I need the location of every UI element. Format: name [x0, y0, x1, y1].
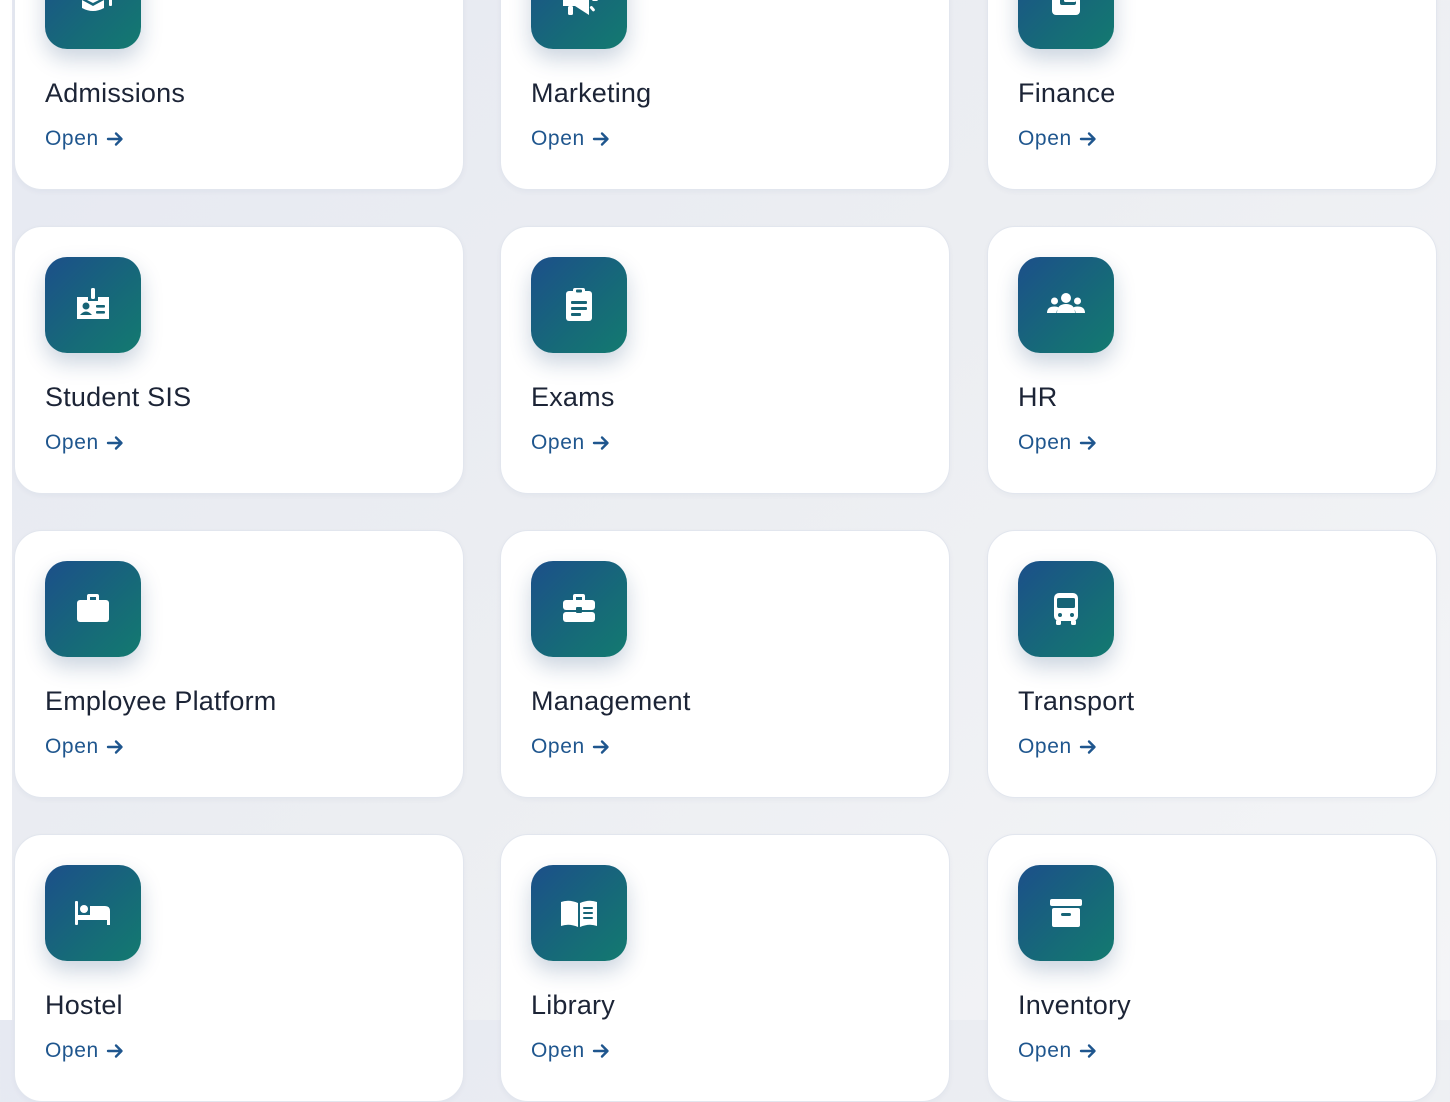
module-card-hr[interactable]: HR Open: [987, 226, 1437, 494]
open-link-label: Open: [1018, 735, 1072, 758]
bed-icon: [45, 865, 141, 961]
wallet-icon: [1018, 0, 1114, 49]
module-card-finance[interactable]: Finance Open: [987, 0, 1437, 190]
open-library-link[interactable]: Open: [531, 1039, 611, 1063]
open-exams-link[interactable]: Open: [531, 431, 611, 455]
open-link-label: Open: [1018, 431, 1072, 454]
arrow-right-icon: [592, 132, 609, 146]
open-link-label: Open: [45, 127, 99, 150]
arrow-right-icon: [1079, 436, 1096, 450]
open-link-label: Open: [45, 1039, 99, 1062]
arrow-right-icon: [106, 436, 123, 450]
open-management-link[interactable]: Open: [531, 735, 611, 759]
arrow-right-icon: [1079, 132, 1096, 146]
open-admissions-link[interactable]: Open: [45, 127, 125, 151]
module-title: Employee Platform: [45, 686, 277, 716]
open-link-label: Open: [45, 735, 99, 758]
open-student-sis-link[interactable]: Open: [45, 431, 125, 455]
arrow-right-icon: [1079, 740, 1096, 754]
open-transport-link[interactable]: Open: [1018, 735, 1098, 759]
module-title: Exams: [531, 382, 615, 412]
users-icon: [1018, 257, 1114, 353]
module-card-hostel[interactable]: Hostel Open: [14, 834, 464, 1102]
graduation-cap-icon: [45, 0, 141, 49]
left-edge-strip: [0, 0, 12, 1020]
module-card-admissions[interactable]: Admissions Open: [14, 0, 464, 190]
module-title: Hostel: [45, 990, 123, 1020]
open-link-label: Open: [531, 127, 585, 150]
open-inventory-link[interactable]: Open: [1018, 1039, 1098, 1063]
open-link-label: Open: [531, 431, 585, 454]
module-card-management[interactable]: Management Open: [500, 530, 950, 798]
open-link-label: Open: [1018, 1039, 1072, 1062]
arrow-right-icon: [106, 740, 123, 754]
arrow-right-icon: [592, 1044, 609, 1058]
module-card-employee-platform[interactable]: Employee Platform Open: [14, 530, 464, 798]
module-title: Management: [531, 686, 691, 716]
module-title: Finance: [1018, 78, 1116, 108]
arrow-right-icon: [106, 1044, 123, 1058]
module-title: Student SIS: [45, 382, 192, 412]
open-link-label: Open: [1018, 127, 1072, 150]
megaphone-icon: [531, 0, 627, 49]
open-finance-link[interactable]: Open: [1018, 127, 1098, 151]
module-title: HR: [1018, 382, 1058, 412]
arrow-right-icon: [592, 436, 609, 450]
briefcase-icon: [45, 561, 141, 657]
open-link-label: Open: [45, 431, 99, 454]
module-title: Admissions: [45, 78, 186, 108]
bus-icon: [1018, 561, 1114, 657]
module-card-marketing[interactable]: Marketing Open: [500, 0, 950, 190]
open-marketing-link[interactable]: Open: [531, 127, 611, 151]
clipboard-icon: [531, 257, 627, 353]
id-badge-icon: [45, 257, 141, 353]
module-title: Inventory: [1018, 990, 1131, 1020]
open-link-label: Open: [531, 1039, 585, 1062]
module-card-transport[interactable]: Transport Open: [987, 530, 1437, 798]
archive-box-icon: [1018, 865, 1114, 961]
open-employee-platform-link[interactable]: Open: [45, 735, 125, 759]
toolbox-icon: [531, 561, 627, 657]
arrow-right-icon: [592, 740, 609, 754]
book-open-icon: [531, 865, 627, 961]
module-title: Marketing: [531, 78, 652, 108]
open-hostel-link[interactable]: Open: [45, 1039, 125, 1063]
module-card-inventory[interactable]: Inventory Open: [987, 834, 1437, 1102]
module-title: Library: [531, 990, 615, 1020]
arrow-right-icon: [106, 132, 123, 146]
module-title: Transport: [1018, 686, 1135, 716]
arrow-right-icon: [1079, 1044, 1096, 1058]
open-link-label: Open: [531, 735, 585, 758]
open-hr-link[interactable]: Open: [1018, 431, 1098, 455]
module-card-library[interactable]: Library Open: [500, 834, 950, 1102]
module-card-student-sis[interactable]: Student SIS Open: [14, 226, 464, 494]
module-card-exams[interactable]: Exams Open: [500, 226, 950, 494]
